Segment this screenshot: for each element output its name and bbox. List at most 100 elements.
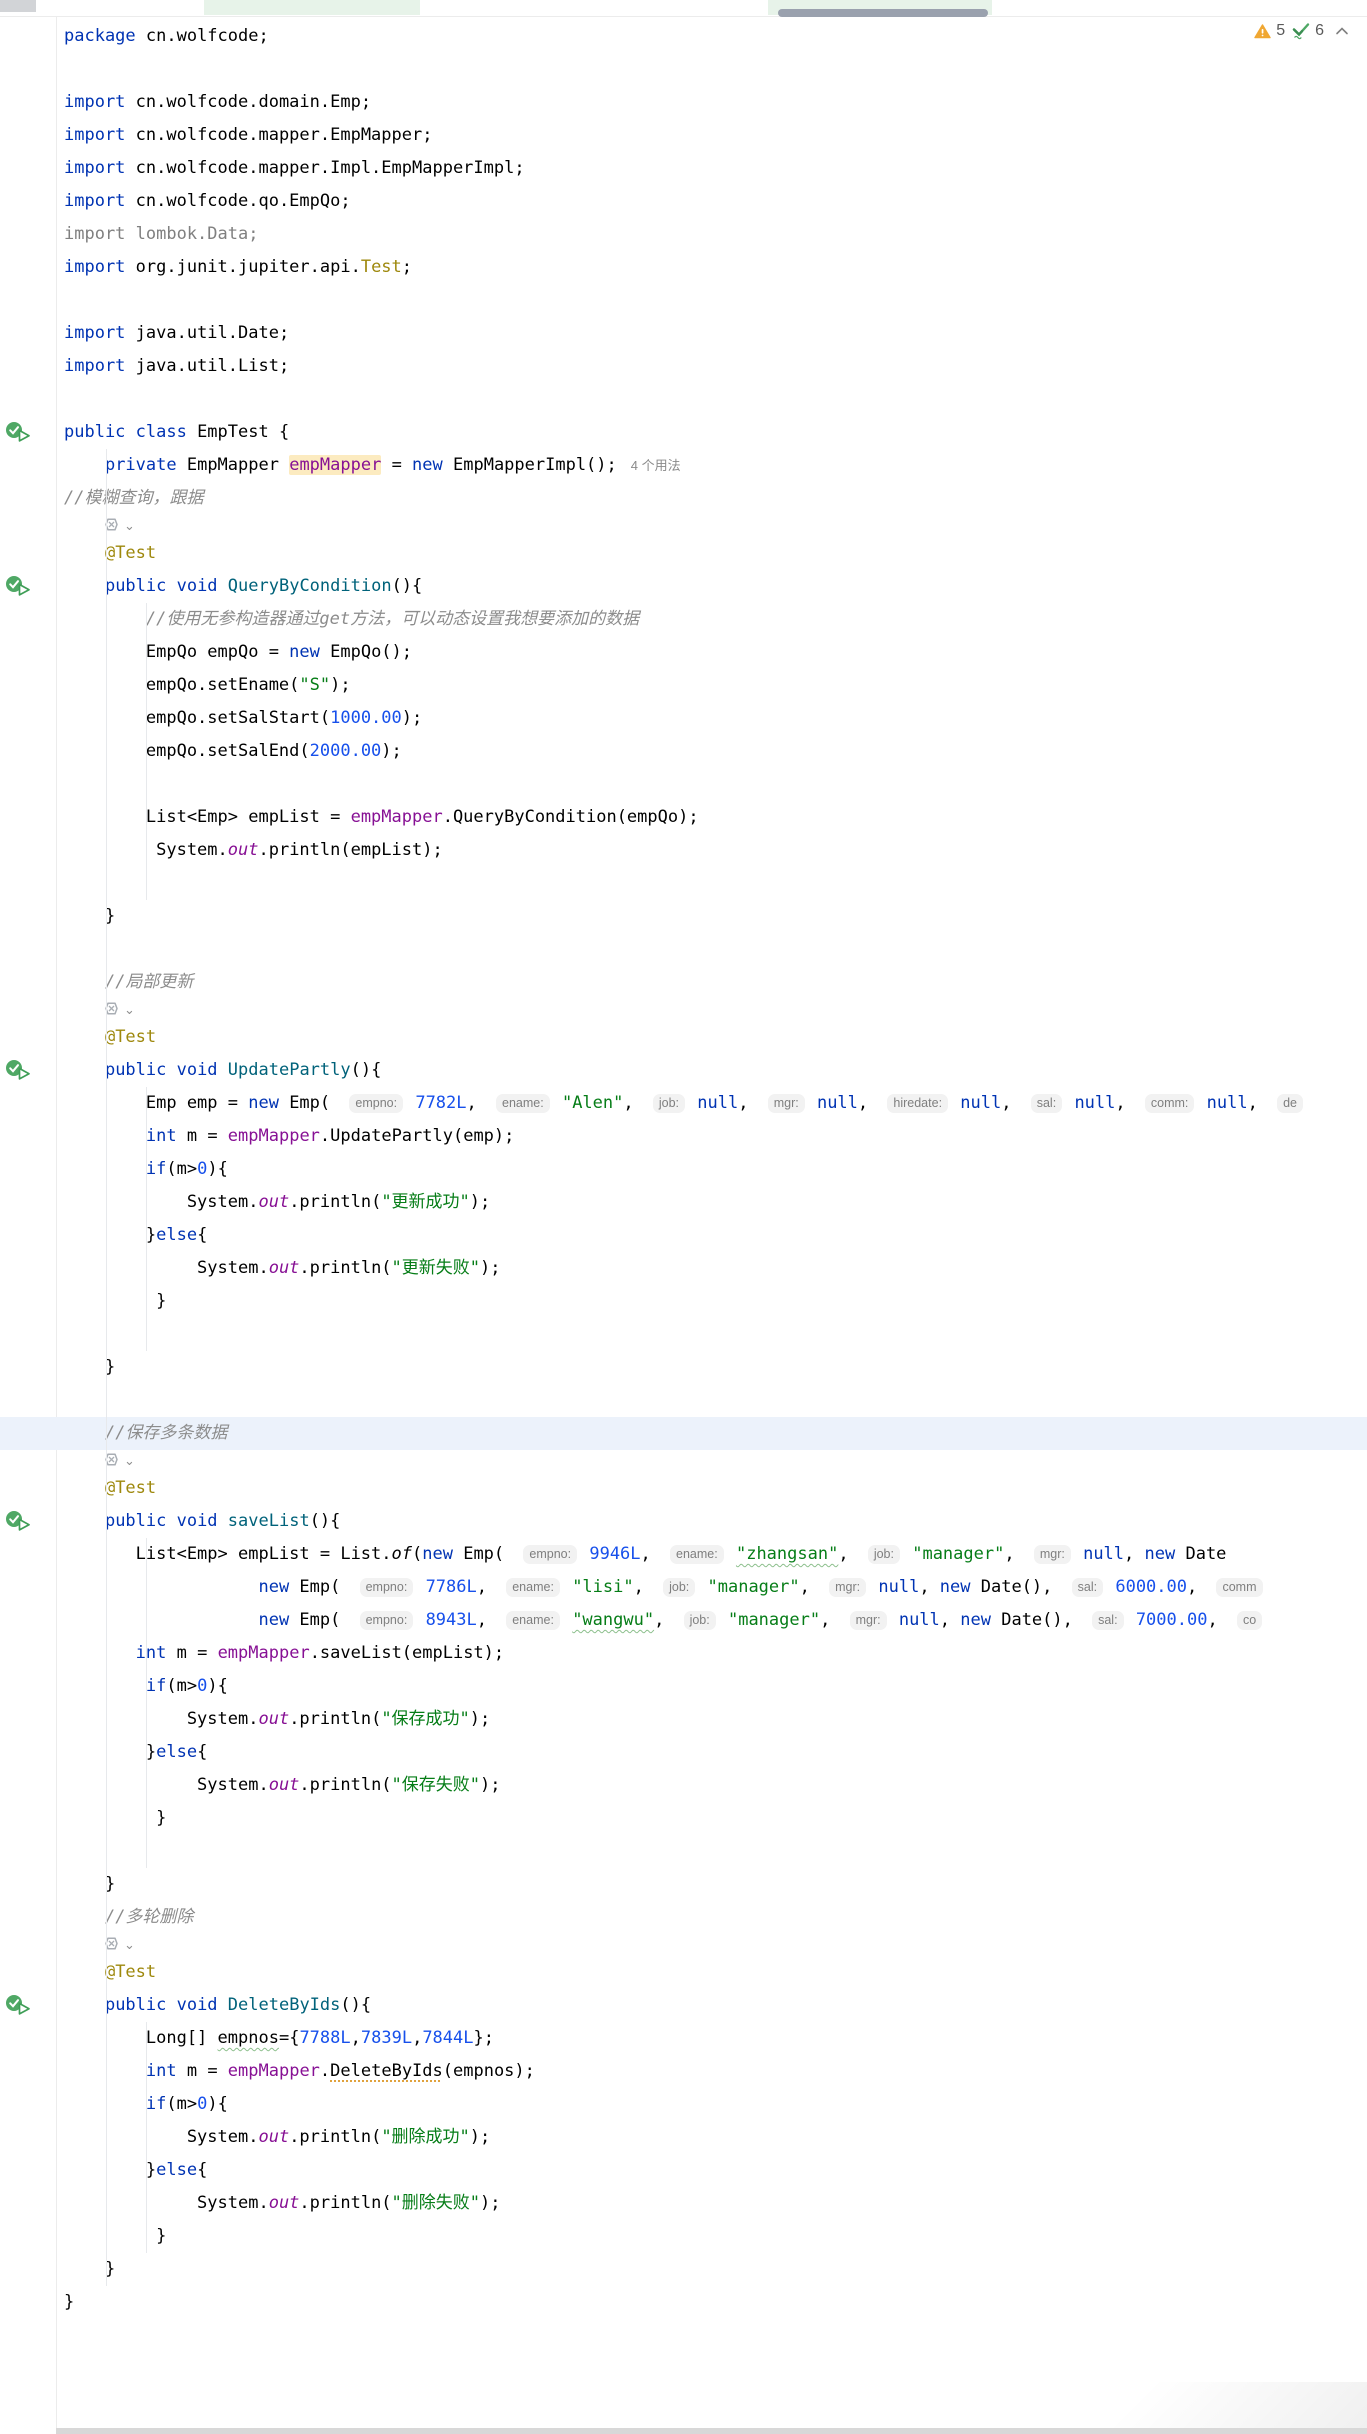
ai-inlay-widget[interactable]: ⌄ [104,515,135,537]
code-line[interactable]: empQo.setSalEnd(2000.00); [0,735,1367,768]
code-text: import cn.wolfcode.domain.Emp; [0,86,1367,119]
code-line[interactable]: Long[] empnos={7788L,7839L,7844L}; [0,2022,1367,2055]
code-token: 9946L [589,1544,641,1564]
code-line[interactable]: import java.util.Date; [0,317,1367,350]
code-line[interactable]: int m = empMapper.DeleteByIds(empnos); [0,2055,1367,2088]
code-line[interactable]: List<Emp> empList = empMapper.QueryByCon… [0,801,1367,834]
code-line[interactable]: System.out.println("删除失败"); [0,2187,1367,2220]
code-line[interactable]: //多轮删除 [0,1901,1367,1934]
code-line[interactable]: } [0,2220,1367,2253]
code-line[interactable]: } [0,1802,1367,1835]
code-line[interactable]: int m = empMapper.UpdatePartly(emp); [0,1120,1367,1153]
code-line[interactable] [0,933,1367,966]
code-line[interactable] [0,53,1367,86]
code-line[interactable]: } [0,1351,1367,1384]
code-token: QueryByCondition [227,576,392,596]
code-line[interactable]: @Test [0,1472,1367,1505]
run-test-icon[interactable] [5,421,33,443]
code-line[interactable]: } [0,2253,1367,2286]
run-test-icon[interactable] [5,1059,33,1081]
code-line[interactable]: import lombok.Data; [0,218,1367,251]
code-line[interactable]: EmpQo empQo = new EmpQo(); [0,636,1367,669]
code-line[interactable]: //局部更新 [0,966,1367,999]
code-line[interactable] [0,383,1367,416]
inlay-row[interactable]: ⌄ [0,515,1367,537]
code-line[interactable]: }else{ [0,2154,1367,2187]
code-line[interactable]: empQo.setSalStart(1000.00); [0,702,1367,735]
code-line[interactable]: int m = empMapper.saveList(empList); [0,1637,1367,1670]
code-line[interactable]: } [0,2286,1367,2319]
code-token: (m> [166,2094,198,2114]
ai-inlay-widget[interactable]: ⌄ [104,999,135,1021]
code-line[interactable] [0,867,1367,900]
indent-guide [146,1087,147,1351]
code-line[interactable]: empQo.setEname("S"); [0,669,1367,702]
indent-guide [146,2022,147,2253]
code-line[interactable]: System.out.println("更新失败"); [0,1252,1367,1285]
code-line[interactable]: private EmpMapper empMapper = new EmpMap… [0,449,1367,482]
code-line[interactable]: @Test [0,1021,1367,1054]
code-line[interactable]: @Test [0,1956,1367,1989]
code-line[interactable]: System.out.println(empList); [0,834,1367,867]
run-test-icon[interactable] [5,575,33,597]
code-token: ){ [207,1676,228,1696]
code-line[interactable]: //使用无参构造器通过get方法，可以动态设置我想要添加的数据 [0,603,1367,636]
code-line[interactable]: public void saveList(){ [0,1505,1367,1538]
code-line[interactable]: public class EmpTest { [0,416,1367,449]
code-line[interactable]: //模糊查询，跟据 [0,482,1367,515]
code-line[interactable] [0,1835,1367,1868]
code-line[interactable]: List<Emp> empList = List.of(new Emp( emp… [0,1538,1367,1571]
code-line[interactable]: //保存多条数据 [0,1417,1367,1450]
code-line[interactable]: new Emp( empno: 8943L, ename: "wangwu", … [0,1604,1367,1637]
run-test-icon[interactable] [5,1994,33,2016]
code-line[interactable]: public void QueryByCondition(){ [0,570,1367,603]
code-token: .UpdatePartly(emp); [319,1126,515,1146]
code-line[interactable]: }else{ [0,1736,1367,1769]
inlay-row[interactable]: ⌄ [0,999,1367,1021]
run-test-icon[interactable] [5,1510,33,1532]
inlay-row[interactable]: ⌄ [0,1450,1367,1472]
code-line[interactable]: if(m>0){ [0,1670,1367,1703]
code-line[interactable]: System.out.println("更新成功"); [0,1186,1367,1219]
code-line[interactable]: @Test [0,537,1367,570]
top-scrollbar-thumb[interactable] [778,9,988,17]
indent-guide [146,1538,147,1868]
code-line[interactable]: System.out.println("保存失败"); [0,1769,1367,1802]
code-line[interactable]: public void DeleteByIds(){ [0,1989,1367,2022]
code-token: import [64,356,126,376]
code-line[interactable]: Emp emp = new Emp( empno: 7782L, ename: … [0,1087,1367,1120]
chevron-down-icon: ⌄ [124,1937,135,1952]
param-hint-pill: empno: [359,1611,414,1630]
code-line[interactable]: new Emp( empno: 7786L, ename: "lisi", jo… [0,1571,1367,1604]
horizontal-scrollbar[interactable] [56,2428,1367,2434]
code-line[interactable]: System.out.println("删除成功"); [0,2121,1367,2154]
code-line[interactable]: public void UpdatePartly(){ [0,1054,1367,1087]
code-line[interactable]: System.out.println("保存成功"); [0,1703,1367,1736]
code-line[interactable]: import cn.wolfcode.mapper.EmpMapper; [0,119,1367,152]
code-line[interactable]: } [0,900,1367,933]
code-line[interactable]: import java.util.List; [0,350,1367,383]
inlay-row[interactable]: ⌄ [0,1934,1367,1956]
code-line[interactable] [0,768,1367,801]
code-line[interactable]: import cn.wolfcode.domain.Emp; [0,86,1367,119]
code-line[interactable] [0,284,1367,317]
code-token: import [64,158,126,178]
code-line[interactable]: import cn.wolfcode.qo.EmpQo; [0,185,1367,218]
code-line[interactable]: import org.junit.jupiter.api.Test; [0,251,1367,284]
code-line[interactable]: } [0,1285,1367,1318]
code-line[interactable]: } [0,1868,1367,1901]
code-line[interactable] [0,1384,1367,1417]
code-token: empQo.setSalEnd( [64,741,310,761]
ai-inlay-widget[interactable]: ⌄ [104,1450,135,1472]
code-token: System. [64,1775,269,1795]
code-line[interactable]: if(m>0){ [0,2088,1367,2121]
code-line[interactable]: package cn.wolfcode; [0,20,1367,53]
code-line[interactable]: import cn.wolfcode.mapper.Impl.EmpMapper… [0,152,1367,185]
ai-inlay-widget[interactable]: ⌄ [104,1934,135,1956]
code-line[interactable]: }else{ [0,1219,1367,1252]
code-token: empMapper [217,1643,310,1663]
code-line[interactable] [0,1318,1367,1351]
code-line[interactable]: if(m>0){ [0,1153,1367,1186]
